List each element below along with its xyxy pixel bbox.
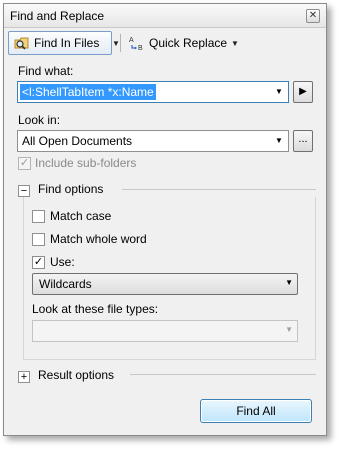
use-label: Use: [50,255,75,269]
look-in-combobox[interactable]: All Open Documents ▼ [17,130,289,152]
file-types-label: Look at these file types: [32,302,159,316]
use-checkbox[interactable]: ✓ [32,256,45,269]
result-options-expand-toggle[interactable]: + [18,371,30,383]
browse-button[interactable]: ... [293,130,313,152]
look-in-value: All Open Documents [22,134,133,148]
quick-replace-label: Quick Replace [149,36,228,50]
find-options-divider [122,189,316,190]
look-in-label: Look in: [18,113,61,127]
find-what-input[interactable]: <l:ShellTabItem *x:Name [20,84,156,100]
find-all-label: Find All [236,404,276,418]
chevron-down-icon[interactable]: ▼ [272,85,286,99]
find-all-button[interactable]: Find All [200,399,312,423]
result-options-divider [130,374,316,375]
svg-text:A: A [129,37,134,44]
find-options-label: Find options [38,182,104,196]
find-what-combobox[interactable]: <l:ShellTabItem *x:Name ▼ [17,81,289,103]
chevron-down-icon[interactable]: ▼ [272,134,286,148]
include-subfolders-checkbox[interactable]: ✓ [18,157,31,170]
play-arrow-icon: ▶ [299,86,307,97]
chevron-down-icon: ▼ [231,38,239,48]
expression-builder-button[interactable]: ▶ [293,81,313,103]
use-type-value: Wildcards [39,277,92,291]
match-case-label: Match case [50,209,112,223]
find-what-label: Find what: [18,64,74,78]
find-in-files-dropdown[interactable]: ▼ [112,31,120,55]
find-and-replace-window: Find and Replace ✕ Find In Files ▼ A B Q [3,3,327,436]
quick-replace-icon: A B [129,37,143,51]
window-title: Find and Replace [10,9,105,23]
find-options-collapse-toggle[interactable]: − [18,185,30,197]
quick-replace-button[interactable]: A B Quick Replace ▼ [124,31,244,55]
file-types-combobox[interactable]: ▼ [32,320,298,342]
use-type-select[interactable]: Wildcards ▼ [32,273,298,295]
match-case-checkbox[interactable] [32,210,45,223]
result-options-label: Result options [38,368,115,382]
browse-button-label: ... [298,133,308,145]
chevron-down-icon: ▼ [285,325,293,334]
chevron-down-icon: ▼ [285,278,293,287]
find-in-files-label: Find In Files [34,36,100,50]
match-whole-word-checkbox[interactable] [32,233,45,246]
title-bar[interactable]: Find and Replace ✕ [4,4,326,28]
match-whole-word-label: Match whole word [50,232,147,246]
close-button[interactable]: ✕ [306,9,320,23]
include-subfolders-label: Include sub-folders [35,156,137,170]
toolbar-separator [120,34,121,52]
svg-text:B: B [138,45,143,51]
find-in-files-button[interactable]: Find In Files [8,31,112,55]
close-icon: ✕ [308,10,318,21]
chevron-down-icon: ▼ [112,38,120,48]
toolbar: Find In Files ▼ A B Quick Replace ▼ [8,31,322,57]
find-in-files-icon [14,37,29,50]
